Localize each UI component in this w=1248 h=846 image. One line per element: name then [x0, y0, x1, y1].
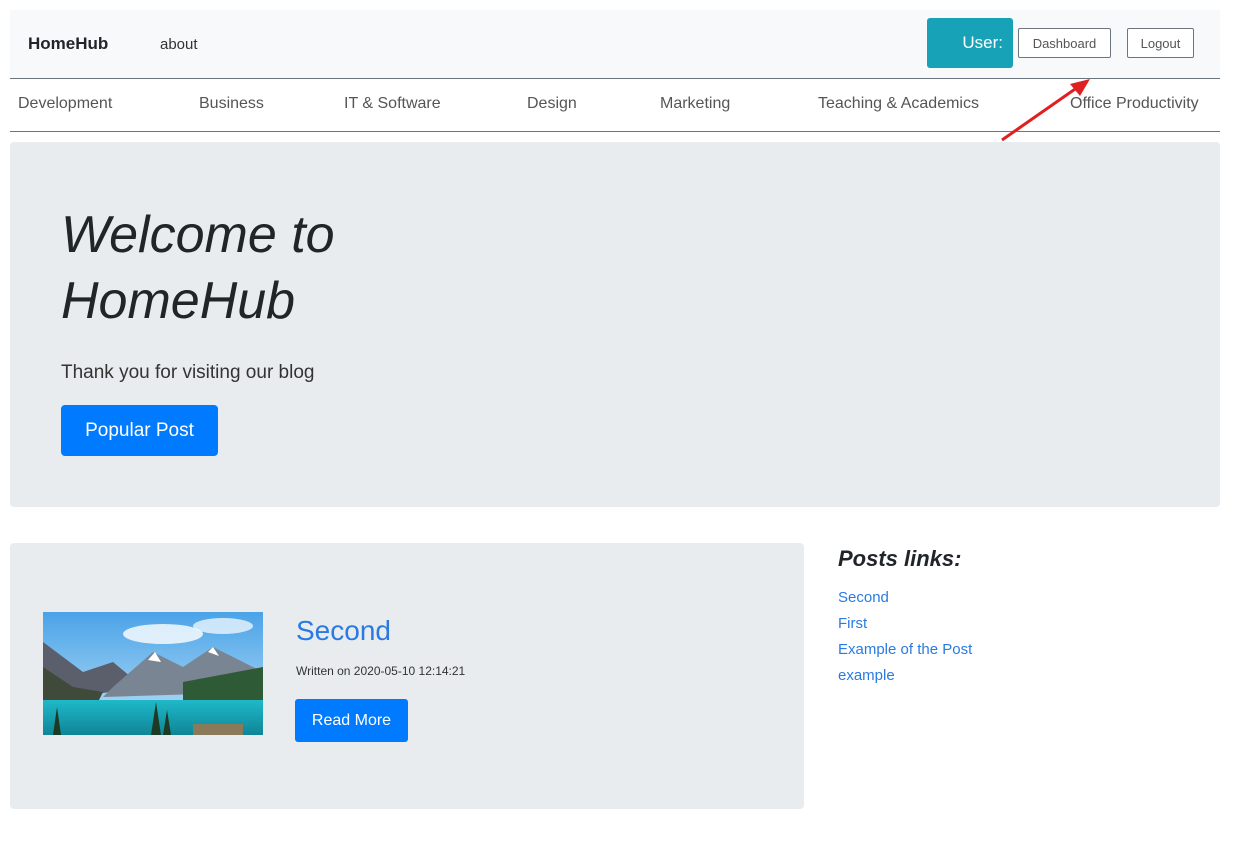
posts-links-list: Second First Example of the Post example	[838, 585, 972, 689]
category-office-productivity[interactable]: Office Productivity	[1070, 95, 1199, 113]
category-teaching-academics[interactable]: Teaching & Academics	[818, 95, 979, 113]
post-card: Second Written on 2020-05-10 12:14:21 Re…	[10, 543, 804, 809]
post-date: Written on 2020-05-10 12:14:21	[296, 664, 466, 678]
read-more-button[interactable]: Read More	[295, 699, 408, 742]
popular-post-button[interactable]: Popular Post	[61, 405, 218, 456]
top-navbar: HomeHub about User: Dashboard Logout	[10, 10, 1220, 79]
post-link-second[interactable]: Second	[838, 585, 972, 611]
post-link-example-of-the-post[interactable]: Example of the Post	[838, 637, 972, 663]
dashboard-button[interactable]: Dashboard	[1018, 28, 1111, 58]
posts-links-heading: Posts links:	[838, 546, 962, 571]
post-link-example[interactable]: example	[838, 663, 972, 689]
user-button[interactable]: User:	[927, 18, 1013, 68]
post-title-link[interactable]: Second	[296, 615, 391, 647]
category-it-software[interactable]: IT & Software	[344, 95, 441, 113]
hero-subtitle: Thank you for visiting our blog	[61, 362, 315, 383]
hero-title: Welcome to HomeHub	[61, 206, 335, 330]
category-marketing[interactable]: Marketing	[660, 95, 730, 113]
hero-jumbotron: Welcome to HomeHub Thank you for visitin…	[10, 142, 1220, 507]
nav-about-link[interactable]: about	[160, 36, 198, 53]
logout-button[interactable]: Logout	[1127, 28, 1194, 58]
category-design[interactable]: Design	[527, 95, 577, 113]
post-thumbnail-image[interactable]	[43, 612, 263, 735]
category-business[interactable]: Business	[199, 95, 264, 113]
brand-link[interactable]: HomeHub	[28, 34, 108, 54]
category-development[interactable]: Development	[18, 95, 112, 113]
post-link-first[interactable]: First	[838, 611, 972, 637]
category-nav: Development Business IT & Software Desig…	[10, 79, 1220, 132]
